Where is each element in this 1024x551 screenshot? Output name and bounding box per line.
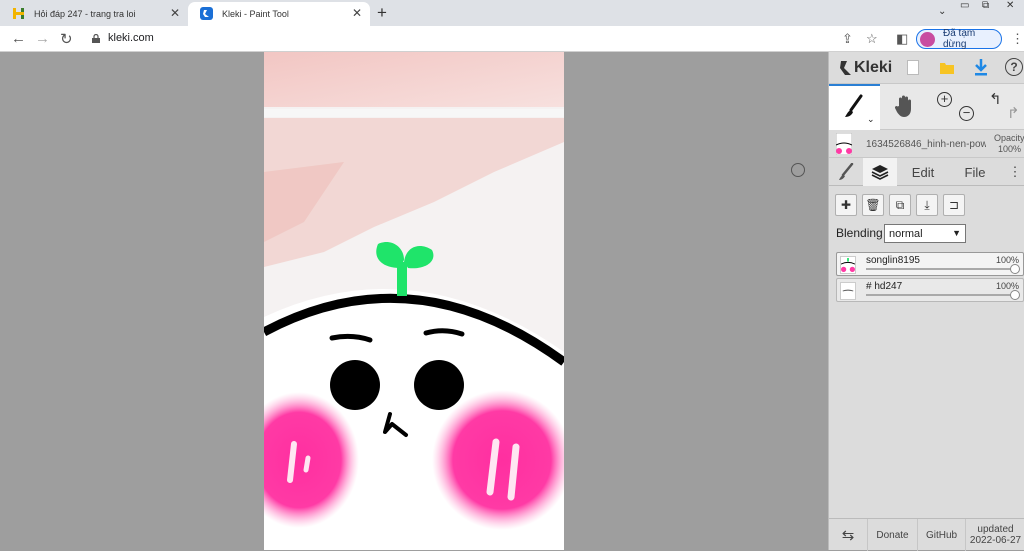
hand-icon[interactable] [894, 94, 916, 118]
tab-search-icon[interactable]: ⌄ [938, 6, 946, 20]
window-close-icon[interactable]: ✕ [1006, 0, 1014, 14]
url-field[interactable]: kleki.com [108, 32, 154, 44]
restore-icon[interactable]: ⧉ [982, 0, 989, 14]
minimize-icon[interactable]: ▭ [960, 0, 969, 14]
kleki-favicon [200, 7, 213, 20]
tab-file[interactable]: File [949, 158, 1001, 186]
zoom-out-icon[interactable]: − [959, 106, 974, 121]
brush-tool-button[interactable]: ⌄ [829, 84, 880, 130]
layer-opacity-slider[interactable] [866, 294, 1016, 296]
brush-icon [845, 94, 863, 117]
avatar [920, 32, 935, 47]
bookmark-star-icon[interactable]: ☆ [866, 31, 878, 47]
panel-header: Kleki ? [829, 52, 1024, 84]
new-file-icon[interactable] [907, 60, 919, 75]
blending-select[interactable]: normal ▼ [884, 224, 966, 243]
chevron-down-icon[interactable]: ⌄ [867, 114, 875, 125]
profile-button[interactable]: Đã tạm dừng [916, 28, 1002, 50]
tool-panel: Kleki ? ⌄ + − ↰ ↱ 1634526846_hinh-nen-po… [828, 52, 1024, 551]
forward-icon[interactable]: → [35, 30, 50, 47]
layer-name: # hd247 [866, 281, 903, 292]
save-icon[interactable] [939, 60, 955, 75]
tab-brush-settings[interactable] [829, 158, 863, 186]
delete-layer-icon[interactable]: 🗑 [862, 194, 884, 216]
updated-info: updated 2022-06-27 [965, 519, 1024, 551]
chevron-down-icon: ▼ [952, 228, 961, 238]
layer-properties-icon[interactable]: ⊐ [943, 194, 965, 216]
browser-tabbar: Hỏi đáp 247 - trang tra loi ✕ Kleki - Pa… [0, 0, 1024, 26]
panel-tabs: Edit File ⋮ [829, 158, 1024, 186]
share-icon[interactable]: ⇪ [842, 31, 853, 47]
github-link[interactable]: GitHub [917, 519, 965, 551]
profile-status: Đã tạm dừng [943, 28, 976, 50]
updated-label: updated [977, 524, 1014, 535]
more-icon[interactable]: ⋮ [1005, 158, 1024, 186]
tab-layers[interactable] [863, 158, 897, 186]
address-bar: ← → ↻ kleki.com ⇪ ☆ ◧ Đã tạm dừng ⋮ [0, 26, 1024, 52]
swap-icon[interactable]: ⇆ [829, 519, 867, 551]
tab-title: Kleki - Paint Tool [222, 9, 289, 19]
document-info: 1634526846_hinh-nen-pow Opacity 100% [829, 130, 1024, 158]
layer-item[interactable]: # hd247 100% [836, 278, 1024, 302]
slider-handle[interactable] [1010, 264, 1020, 274]
side-panel-icon[interactable]: ◧ [896, 31, 908, 47]
browser-menu-icon[interactable]: ⋮ [1011, 31, 1024, 47]
redo-icon[interactable]: ↱ [1007, 104, 1020, 122]
document-name: 1634526846_hinh-nen-pow [866, 139, 986, 150]
layer-thumbnail [840, 256, 856, 274]
reload-icon[interactable]: ↻ [60, 30, 73, 48]
layer-item[interactable]: songlin8195 100% [836, 252, 1024, 276]
close-tab-icon[interactable]: ✕ [352, 6, 362, 20]
brush-cursor [791, 163, 805, 177]
back-icon[interactable]: ← [11, 30, 26, 47]
add-layer-icon[interactable]: ✚ [835, 194, 857, 216]
panel-footer: ⇆ Donate GitHub updated 2022-06-27 [829, 518, 1024, 551]
opacity-label: Opacity [994, 133, 1024, 143]
merge-layer-icon[interactable]: ⤓ [916, 194, 938, 216]
tab-hoidap[interactable]: Hỏi đáp 247 - trang tra loi ✕ [0, 2, 188, 26]
duplicate-layer-icon[interactable]: ⧉ [889, 194, 911, 216]
donate-link[interactable]: Donate [867, 519, 917, 551]
close-tab-icon[interactable]: ✕ [170, 6, 180, 20]
lock-icon [92, 34, 100, 43]
layers-icon [871, 165, 889, 180]
blending-label: Blending [836, 226, 883, 240]
blending-value: normal [889, 227, 923, 240]
layer-opacity-slider[interactable] [866, 268, 1016, 270]
tool-bar: ⌄ + − ↰ ↱ [829, 84, 1024, 130]
slider-handle[interactable] [1010, 290, 1020, 300]
download-icon[interactable] [974, 58, 988, 76]
layer-name: songlin8195 [866, 255, 920, 266]
kleki-logo-icon [840, 61, 851, 75]
new-tab-icon[interactable]: + [377, 3, 387, 23]
brush-icon [839, 163, 854, 180]
opacity-value: 100% [998, 144, 1022, 154]
tab-edit[interactable]: Edit [897, 158, 949, 186]
app-logo: Kleki [854, 59, 893, 76]
hoidap-favicon [13, 8, 24, 19]
undo-icon[interactable]: ↰ [989, 90, 1002, 108]
tab-title: Hỏi đáp 247 - trang tra loi [34, 9, 136, 19]
help-icon[interactable]: ? [1005, 58, 1023, 76]
updated-date: 2022-06-27 [969, 535, 1022, 546]
layer-thumbnail [840, 282, 856, 300]
tab-kleki[interactable]: Kleki - Paint Tool ✕ [188, 2, 370, 26]
document-thumbnail [836, 133, 852, 155]
drawing-canvas[interactable] [264, 52, 564, 550]
zoom-in-icon[interactable]: + [937, 92, 952, 107]
canvas-artwork [264, 52, 564, 550]
